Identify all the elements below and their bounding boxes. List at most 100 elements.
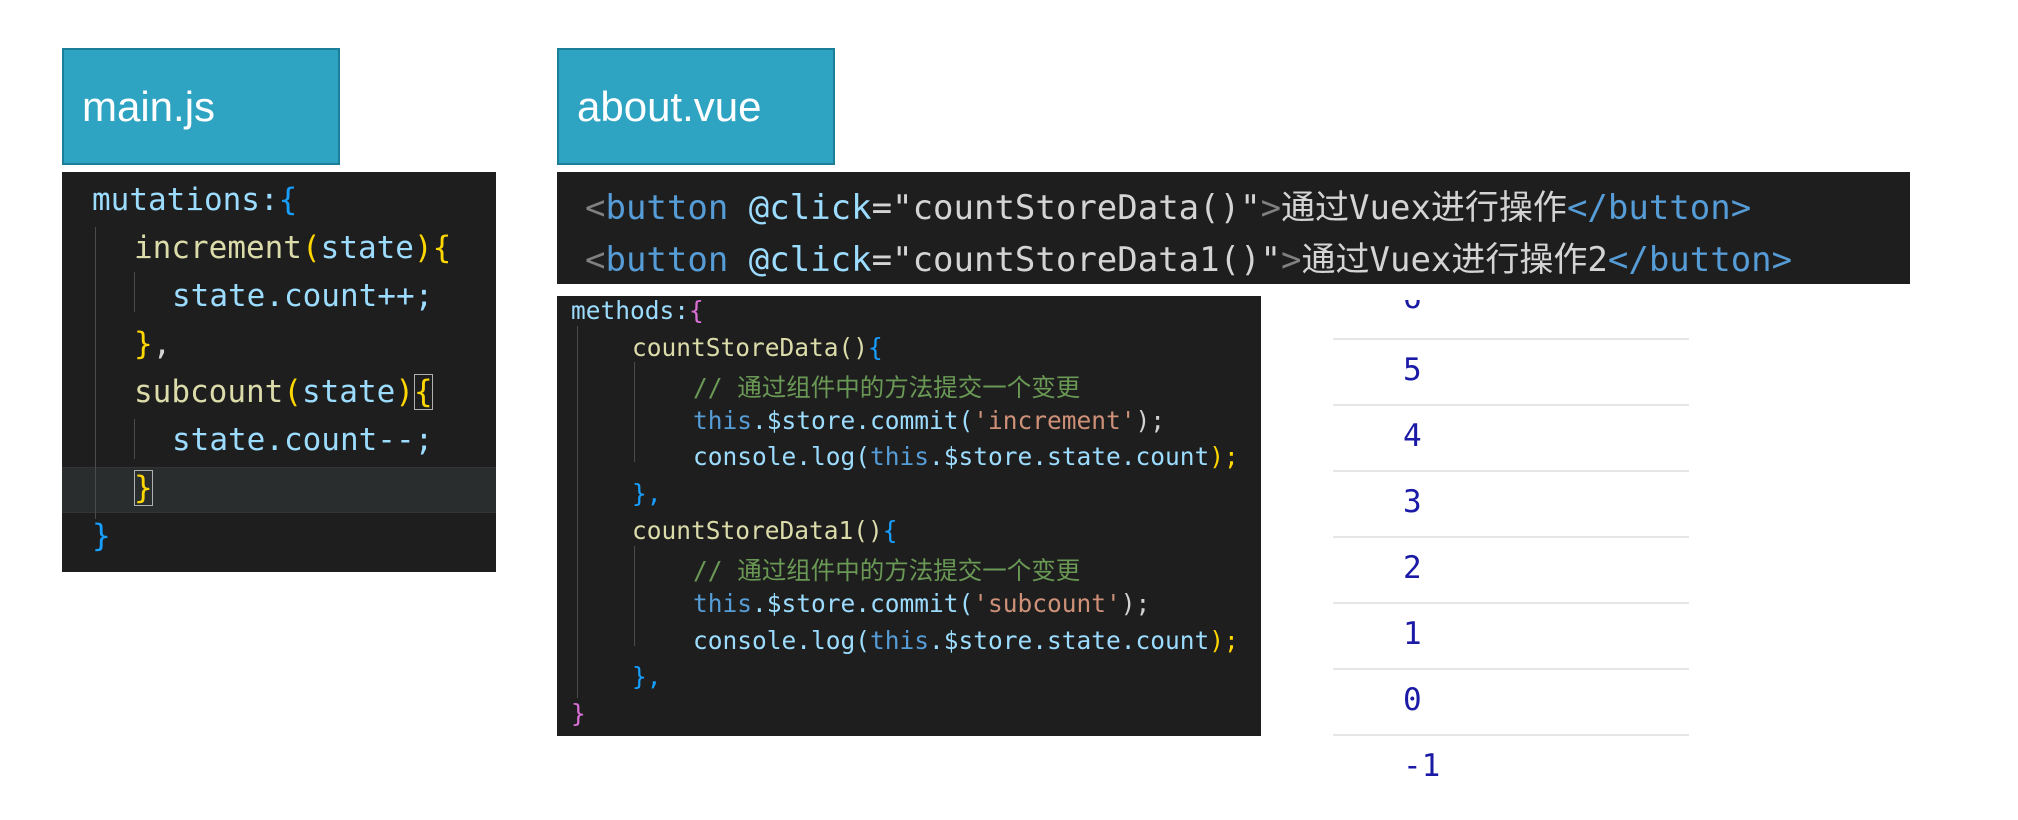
console-log-value: -1	[1403, 748, 1441, 784]
code-line: subcount(state){	[134, 374, 433, 410]
code-token: 'increment'	[973, 406, 1136, 435]
code-token: state.count--;	[172, 422, 434, 458]
code-token: this	[693, 589, 753, 618]
code-token: countStoreData()	[632, 333, 869, 362]
code-token: }	[92, 518, 111, 554]
code-token: .$store.state.count	[929, 626, 1210, 655]
code-line: console.log(this.$store.state.count);	[693, 626, 1239, 655]
tab-main-js: main.js	[62, 48, 340, 165]
code-line: countStoreData1(){	[632, 516, 898, 545]
code-token: increment	[134, 230, 302, 266]
template-code-panel: <button @click="countStoreData()">通过Vuex…	[557, 172, 1910, 284]
indent-guide	[634, 546, 635, 646]
code-token: }	[134, 326, 153, 362]
code-line: }	[134, 470, 153, 506]
code-line: methods:{	[571, 296, 704, 325]
code-line: <button @click="countStoreData()">通过Vuex…	[585, 180, 1751, 229]
code-token: console.log(	[693, 626, 871, 655]
code-line: console.log(this.$store.state.count);	[693, 442, 1239, 471]
console-log-row: 3	[1333, 470, 1689, 536]
code-line: state.count--;	[172, 422, 433, 458]
code-line: <button @click="countStoreData1()">通过Vue…	[585, 232, 1792, 281]
console-log-row: -1	[1333, 734, 1689, 800]
indent-guide	[134, 272, 135, 312]
code-token: )	[395, 374, 414, 410]
code-line: },	[632, 662, 662, 691]
code-token: >	[1260, 188, 1282, 228]
code-token: }	[134, 470, 153, 506]
code-line: increment(state){	[134, 230, 451, 266]
methods-code-panel: methods:{ countStoreData(){ // 通过组件中的方法提…	[557, 296, 1261, 736]
code-token: button	[605, 188, 729, 228]
console-log-value: 1	[1403, 616, 1422, 652]
code-token: this	[870, 442, 930, 471]
code-line: }	[92, 518, 111, 554]
code-token: countStoreData1()	[632, 516, 883, 545]
code-line: }	[571, 699, 586, 728]
code-token: },	[632, 479, 662, 508]
console-output: 5 4 3 2 1 0 -1	[1333, 300, 1689, 820]
code-token: {	[689, 296, 704, 325]
console-log-row: 2	[1333, 536, 1689, 602]
code-token: state	[301, 374, 396, 410]
code-token: mutations:	[92, 182, 279, 218]
indent-guide	[634, 362, 635, 462]
code-line: this.$store.commit('subcount');	[693, 589, 1150, 618]
indent-guide	[577, 326, 578, 698]
code-token: {	[882, 516, 898, 545]
code-token: state	[320, 230, 414, 266]
code-comment: // 通过组件中的方法提交一个变更	[693, 556, 1081, 585]
code-comment: // 通过组件中的方法提交一个变更	[693, 373, 1081, 402]
console-log-row: 0	[1333, 668, 1689, 734]
code-token: =	[871, 188, 893, 228]
code-token: <	[585, 188, 606, 228]
code-token: (	[283, 374, 302, 410]
code-line: countStoreData(){	[632, 333, 883, 362]
console-log-row: 1	[1333, 602, 1689, 668]
code-token: @click	[728, 240, 872, 280]
code-token: 通过Vuex进行操作	[1281, 188, 1567, 228]
code-token: <	[585, 240, 606, 280]
code-token: {	[432, 230, 452, 266]
console-log-value: 5	[1403, 352, 1422, 388]
code-token: button	[605, 240, 729, 280]
code-token: );	[1209, 442, 1239, 471]
code-token: }	[571, 699, 586, 728]
current-line-highlight	[62, 467, 496, 513]
code-token: );	[1135, 406, 1166, 435]
code-token: state.count++;	[172, 278, 434, 314]
tab-about-vue: about.vue	[557, 48, 835, 165]
code-token: 通过Vuex进行操作2	[1301, 240, 1608, 280]
code-token: console.log(	[693, 442, 871, 471]
code-token: this	[870, 626, 930, 655]
code-token: ,	[152, 326, 172, 362]
code-line: },	[134, 326, 171, 362]
console-log-row: 5	[1333, 338, 1689, 404]
code-token: @click	[728, 188, 872, 228]
tab-about-vue-label: about.vue	[577, 82, 762, 130]
code-line: state.count++;	[172, 278, 433, 314]
console-log-value: 3	[1403, 484, 1422, 520]
code-line: mutations:{	[92, 182, 297, 218]
code-line: },	[632, 479, 662, 508]
code-token: .$store.commit(	[752, 589, 974, 618]
code-token: =	[871, 240, 893, 280]
code-token: (	[301, 230, 321, 266]
code-line: // 通过组件中的方法提交一个变更	[693, 369, 1080, 404]
code-token: </button>	[1607, 240, 1793, 280]
code-token: 'subcount'	[973, 589, 1121, 618]
code-token: },	[632, 662, 662, 691]
code-token: )	[413, 230, 433, 266]
console-log-value: 2	[1403, 550, 1422, 586]
code-line: this.$store.commit('increment');	[693, 406, 1165, 435]
code-token: this	[693, 406, 753, 435]
code-token: "countStoreData1()"	[892, 240, 1282, 280]
indent-guide	[95, 227, 96, 519]
console-log-row: 4	[1333, 404, 1689, 470]
code-token: {	[413, 374, 433, 410]
code-token: .$store.commit(	[752, 406, 974, 435]
code-token: >	[1281, 240, 1302, 280]
code-token: {	[868, 333, 883, 362]
code-token: methods:	[571, 296, 690, 325]
console-log-value: 0	[1403, 682, 1422, 718]
